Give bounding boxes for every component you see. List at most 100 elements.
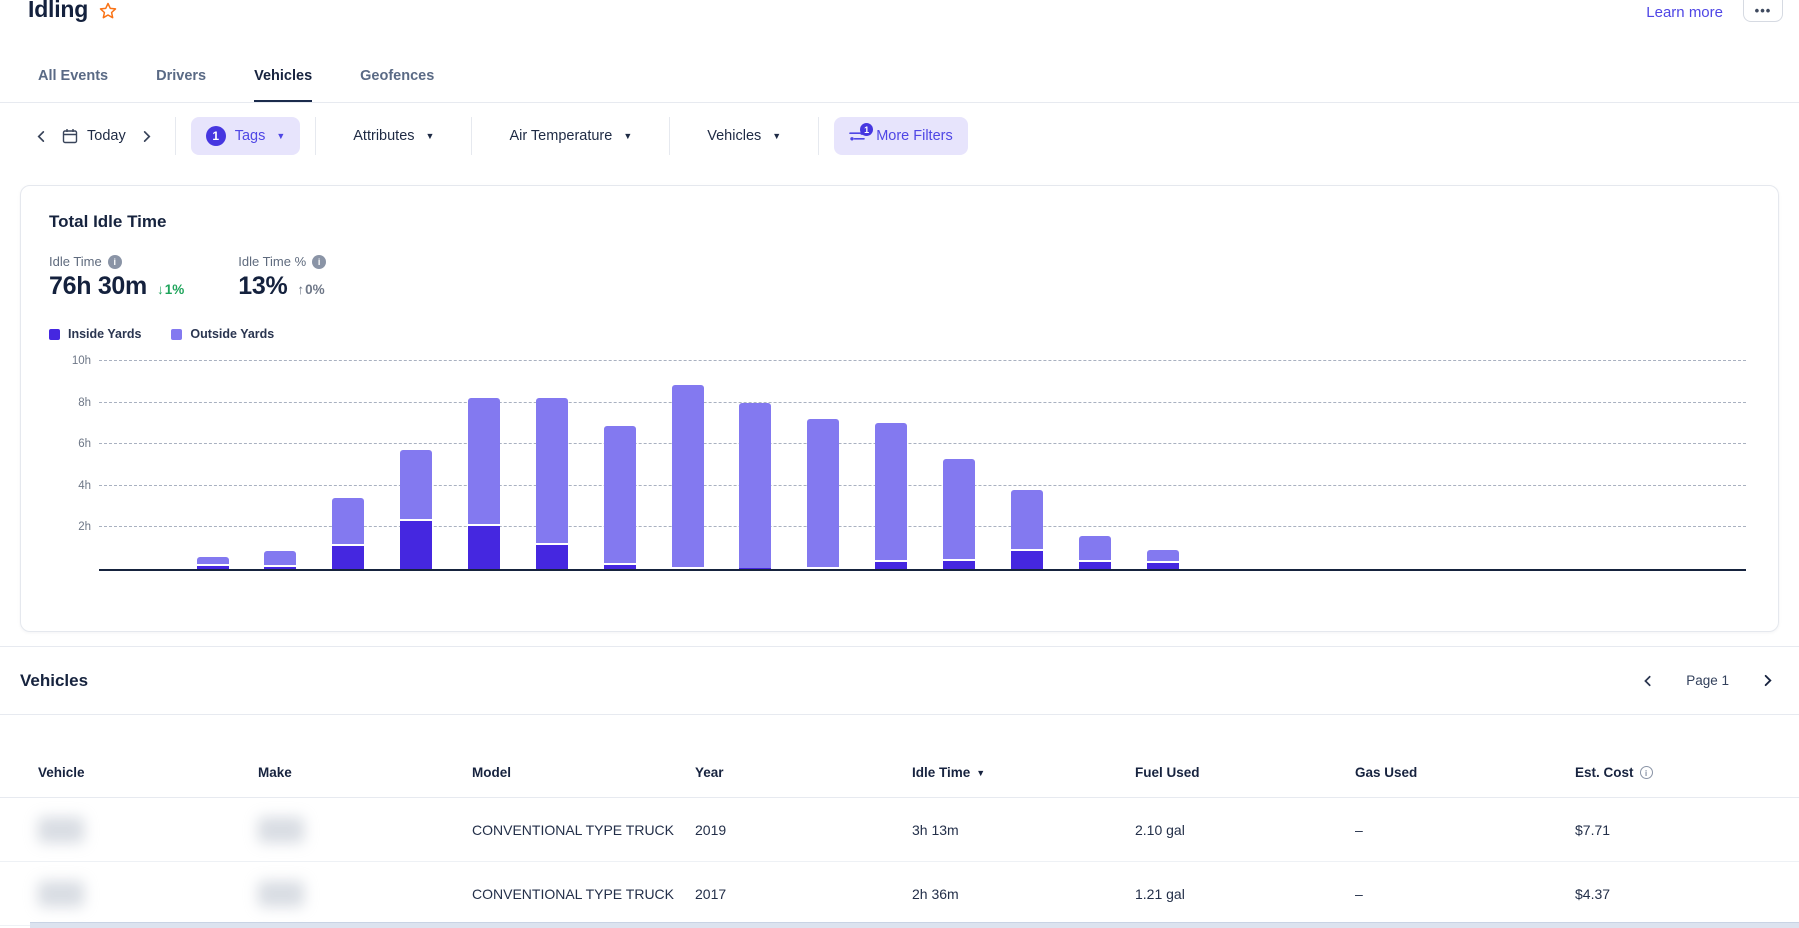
y-axis-tick-label: 4h <box>53 480 91 492</box>
cell-vehicle <box>38 817 258 843</box>
stacked-bar[interactable] <box>807 361 839 569</box>
bar-segment-inside-yards <box>943 559 975 569</box>
calendar-icon <box>62 128 78 144</box>
stacked-bar[interactable] <box>875 361 907 569</box>
legend-item-inside-yards[interactable]: Inside Yards <box>49 327 141 341</box>
chevron-down-icon: ▼ <box>426 131 435 141</box>
redacted-value <box>38 817 84 843</box>
tab-drivers[interactable]: Drivers <box>156 68 206 102</box>
info-icon[interactable]: i <box>108 255 122 269</box>
page-title: Idling <box>28 0 88 23</box>
date-prev-button[interactable] <box>28 122 54 150</box>
cell-idle-time: 2h 36m <box>912 886 1135 902</box>
filter-icon: 1 <box>849 129 865 143</box>
learn-more-link[interactable]: Learn more <box>1646 4 1723 21</box>
filter-bar: Today 1 Tags ▼ Attributes ▼ Air Temperat… <box>28 116 1799 156</box>
metric-value: 76h 30m <box>49 272 147 301</box>
stacked-bar[interactable] <box>332 361 364 569</box>
column-header-fuel-used[interactable]: Fuel Used <box>1135 765 1355 780</box>
bar-segment-inside-yards <box>807 567 839 569</box>
metric-label: Idle Time <box>49 254 102 269</box>
favorite-star-icon[interactable] <box>98 0 118 21</box>
divider <box>471 117 472 155</box>
stacked-bar[interactable] <box>943 361 975 569</box>
arrow-up-icon: ↑ <box>297 282 304 297</box>
stacked-bar[interactable] <box>468 361 500 569</box>
cell-gas-used: – <box>1355 886 1575 902</box>
bar-segment-outside-yards <box>468 398 500 524</box>
bar-segment-inside-yards <box>264 565 296 569</box>
column-header-gas-used[interactable]: Gas Used <box>1355 765 1575 780</box>
bar-segment-outside-yards <box>943 459 975 559</box>
stacked-bar[interactable] <box>264 361 296 569</box>
legend-label: Inside Yards <box>68 327 141 341</box>
bar-segment-inside-yards <box>536 543 568 569</box>
column-header-make[interactable]: Make <box>258 765 472 780</box>
column-header-model[interactable]: Model <box>472 765 695 780</box>
page-prev-button[interactable] <box>1636 669 1660 693</box>
horizontal-scrollbar[interactable] <box>30 922 1799 928</box>
column-header-est-cost[interactable]: Est. Costi <box>1575 765 1799 780</box>
chart-legend: Inside Yards Outside Yards <box>49 327 1750 341</box>
column-header-idle-time[interactable]: Idle Time▼ <box>912 765 1135 780</box>
bar-segment-outside-yards <box>332 498 364 544</box>
stacked-bar[interactable] <box>739 361 771 569</box>
cell-gas-used: – <box>1355 822 1575 838</box>
bar-segment-outside-yards <box>604 426 636 563</box>
attributes-filter-dropdown[interactable]: Attributes ▼ <box>331 128 456 144</box>
stacked-bar[interactable] <box>1079 361 1111 569</box>
legend-swatch <box>171 329 182 340</box>
table-row[interactable]: CONVENTIONAL TYPE TRUCK20172h 36m1.21 ga… <box>0 862 1799 926</box>
page-label: Page 1 <box>1686 673 1729 688</box>
idle-time-metric: Idle Time i 76h 30m ↓1% <box>49 254 184 301</box>
pagination: Page 1 <box>1636 669 1779 693</box>
bar-segment-inside-yards <box>1011 549 1043 569</box>
air-temperature-filter-dropdown[interactable]: Air Temperature ▼ <box>487 128 654 144</box>
table-row[interactable]: CONVENTIONAL TYPE TRUCK20193h 13m2.10 ga… <box>0 798 1799 862</box>
bar-segment-inside-yards <box>1147 561 1179 569</box>
bar-segment-outside-yards <box>1079 536 1111 560</box>
idle-time-bar-chart: 2h4h6h8h10h <box>99 361 1746 571</box>
top-bar: Idling Learn more ••• <box>0 0 1799 34</box>
cell-idle-time: 3h 13m <box>912 822 1135 838</box>
info-icon[interactable]: i <box>1640 766 1653 779</box>
stacked-bar[interactable] <box>1011 361 1043 569</box>
cell-model: CONVENTIONAL TYPE TRUCK <box>472 886 695 902</box>
column-header-year[interactable]: Year <box>695 765 912 780</box>
cell-year: 2019 <box>695 822 912 838</box>
date-next-button[interactable] <box>134 122 160 150</box>
overflow-menu-button[interactable]: ••• <box>1743 0 1783 22</box>
vehicles-section-header: Vehicles Page 1 <box>0 646 1799 715</box>
tags-filter-dropdown[interactable]: 1 Tags ▼ <box>191 117 301 155</box>
bar-segment-outside-yards <box>739 403 771 568</box>
legend-item-outside-yards[interactable]: Outside Yards <box>171 327 274 341</box>
bar-segment-outside-yards <box>264 551 296 565</box>
stacked-bar[interactable] <box>604 361 636 569</box>
bar-segment-inside-yards <box>739 568 771 569</box>
more-filters-button[interactable]: 1 More Filters <box>834 117 968 155</box>
tab-geofences[interactable]: Geofences <box>360 68 434 102</box>
bar-segment-outside-yards <box>400 450 432 519</box>
stacked-bar[interactable] <box>400 361 432 569</box>
divider <box>175 117 176 155</box>
bar-segment-outside-yards <box>875 423 907 559</box>
vehicles-filter-dropdown[interactable]: Vehicles ▼ <box>685 128 803 144</box>
info-icon[interactable]: i <box>312 255 326 269</box>
tab-all-events[interactable]: All Events <box>38 68 108 102</box>
chevron-down-icon: ▼ <box>623 131 632 141</box>
column-header-vehicle[interactable]: Vehicle <box>38 765 258 780</box>
total-idle-time-card: Total Idle Time Idle Time i 76h 30m ↓1% … <box>20 185 1779 632</box>
table-body: CONVENTIONAL TYPE TRUCK20193h 13m2.10 ga… <box>0 798 1799 926</box>
stacked-bar[interactable] <box>197 361 229 569</box>
stacked-bar[interactable] <box>672 361 704 569</box>
bar-segment-inside-yards <box>197 564 229 569</box>
cell-est-cost: $7.71 <box>1575 822 1799 838</box>
section-title: Vehicles <box>20 671 88 691</box>
date-picker[interactable]: Today <box>62 128 126 144</box>
stacked-bar[interactable] <box>536 361 568 569</box>
sort-desc-icon: ▼ <box>976 768 985 778</box>
stacked-bar[interactable] <box>1147 361 1179 569</box>
tab-vehicles[interactable]: Vehicles <box>254 68 312 102</box>
page-next-button[interactable] <box>1755 669 1779 693</box>
more-filters-label: More Filters <box>876 128 953 144</box>
